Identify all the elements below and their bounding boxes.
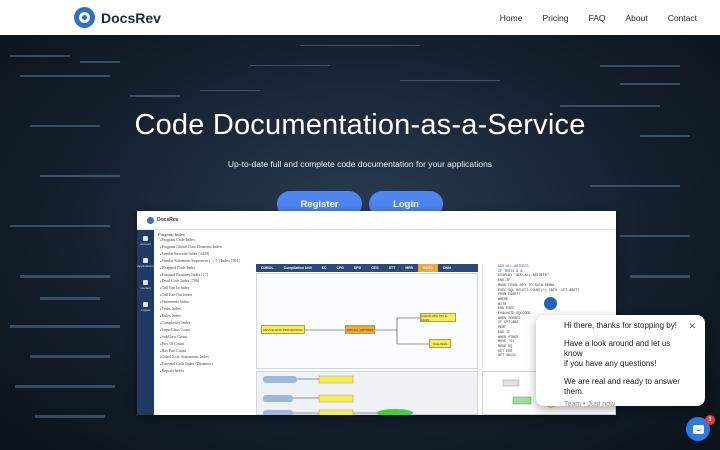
preview-sidebar-label: Account xyxy=(140,242,151,246)
contact-icon xyxy=(143,280,148,285)
preview-tab: CFG xyxy=(336,266,344,270)
list-item: SuperClass Count xyxy=(160,327,256,334)
top-navbar: DocsRev Home Pricing FAQ About Contact xyxy=(0,0,720,35)
preview-tab: SC xyxy=(321,266,327,270)
hero-subtitle: Up-to-date full and complete code docume… xyxy=(227,159,493,169)
preview-flow-diagram: DEVICE-END-PROCESSING ADD-ALL-ARTDEFS CH… xyxy=(256,273,478,369)
list-item: Complexity Index xyxy=(160,320,256,327)
chat-text: them. xyxy=(564,387,585,396)
list-item: Similar Statement Sequences (→ 5 ) Index… xyxy=(160,258,256,265)
nav-link-faq[interactable]: FAQ xyxy=(578,13,615,23)
list-item: Part Of Count xyxy=(160,341,256,348)
brand-name: DocsRev xyxy=(101,9,161,26)
nav-link-contact[interactable]: Contact xyxy=(658,13,706,23)
preview-sidebar-label: Applications xyxy=(137,264,154,268)
diagram-node: ADD-ALL-ARTDEFS xyxy=(345,325,375,334)
preview-flow-diagram-lower xyxy=(256,371,478,415)
chat-spacer xyxy=(564,369,687,377)
preview-sidebar-item: Applications xyxy=(137,252,154,274)
nav-link-about[interactable]: About xyxy=(615,13,657,23)
close-icon[interactable]: ✕ xyxy=(688,321,696,332)
diagram-node: CALLINGS xyxy=(429,339,451,348)
list-item: Similar Records Index [4420] xyxy=(160,251,256,258)
list-item: SubClass Count xyxy=(160,334,256,341)
preview-tab: MRS xyxy=(405,266,414,270)
diagram-node: DEVICE-END-PROCESSING xyxy=(261,325,305,334)
chat-text: Hi there, thanks for stopping by! xyxy=(564,321,677,330)
account-icon xyxy=(143,236,148,241)
preview-sidebar-item: Contact xyxy=(137,274,154,296)
list-item: External Routines Index [17] xyxy=(160,272,256,279)
chat-text: We are real and ready to answer xyxy=(564,377,680,386)
preview-tab: COBOL xyxy=(261,266,274,270)
chat-spacer xyxy=(564,331,687,339)
nav-link-pricing[interactable]: Pricing xyxy=(532,13,578,23)
chat-text: if you have any questions! xyxy=(564,359,657,368)
hero-title: Code Documentation-as-a-Service xyxy=(134,109,586,141)
list-item: Call Fan Out Index xyxy=(160,292,256,299)
preview-header: DocsRev xyxy=(137,211,616,230)
list-item: Has Part Count xyxy=(160,348,256,355)
preview-logo-icon xyxy=(147,216,154,224)
logout-icon xyxy=(143,302,148,307)
preview-sidebar-label: Contact xyxy=(140,286,151,290)
list-item: Call Fan In Index xyxy=(160,285,256,292)
list-item: Rules Index xyxy=(160,313,256,320)
preview-tab: STT xyxy=(388,266,396,270)
preview-tabs: COBOL Compilation Unit SC CFG DFD CEG ST… xyxy=(256,264,478,272)
docsrev-logo-icon xyxy=(74,7,95,28)
unread-badge: 1 xyxy=(705,415,715,425)
preview-sidebar-label: Logout xyxy=(140,308,151,312)
list-item: External Calls Index (Dynamic) xyxy=(160,361,256,368)
lower-diagram-shapes xyxy=(263,375,413,415)
preview-tab: CEG xyxy=(371,266,379,270)
diagram-connectors xyxy=(305,317,429,345)
preview-sidebar: Account Applications Contact Logout xyxy=(137,230,154,415)
diagram-node: CHECK-MULTIPLE-FILES xyxy=(420,313,456,322)
chat-bubble-icon xyxy=(692,424,704,434)
chat-message-popup[interactable]: ✕ Hi there, thanks for stopping by! Have… xyxy=(536,315,705,408)
chat-meta: Team • Just now xyxy=(564,401,616,408)
preview-brand: DocsRev xyxy=(157,217,179,223)
list-item: Verbs Index xyxy=(160,306,256,313)
preview-sidebar-item: Account xyxy=(137,230,154,252)
preview-tab-active: BASD xyxy=(418,264,439,272)
applications-icon xyxy=(143,258,148,263)
list-item: Statements Index xyxy=(160,299,256,306)
list-item: Reports Index xyxy=(160,368,256,375)
list-item: Cobol Exec Statements Index xyxy=(160,354,256,361)
preview-index-tree: Program Index Program Code Index Program… xyxy=(156,231,256,413)
list-item: Dead Code Index [796] xyxy=(160,278,256,285)
chat-text: Have a look around and let us know xyxy=(564,339,671,358)
preview-tab: Compilation Unit xyxy=(283,266,312,270)
preview-tab: DNM xyxy=(443,266,452,270)
brand-logo[interactable]: DocsRev xyxy=(74,7,161,28)
list-item: Program Code Index xyxy=(160,237,256,244)
list-item: Program Global Data Elements Index xyxy=(160,244,256,251)
preview-tab: DFD xyxy=(353,266,362,270)
nav-link-home[interactable]: Home xyxy=(490,13,533,23)
list-item: Wrapped Code Index xyxy=(160,265,256,272)
preview-sidebar-item: Logout xyxy=(137,296,154,318)
nav-links: Home Pricing FAQ About Contact xyxy=(490,13,706,23)
chat-agent-avatar xyxy=(542,295,559,312)
